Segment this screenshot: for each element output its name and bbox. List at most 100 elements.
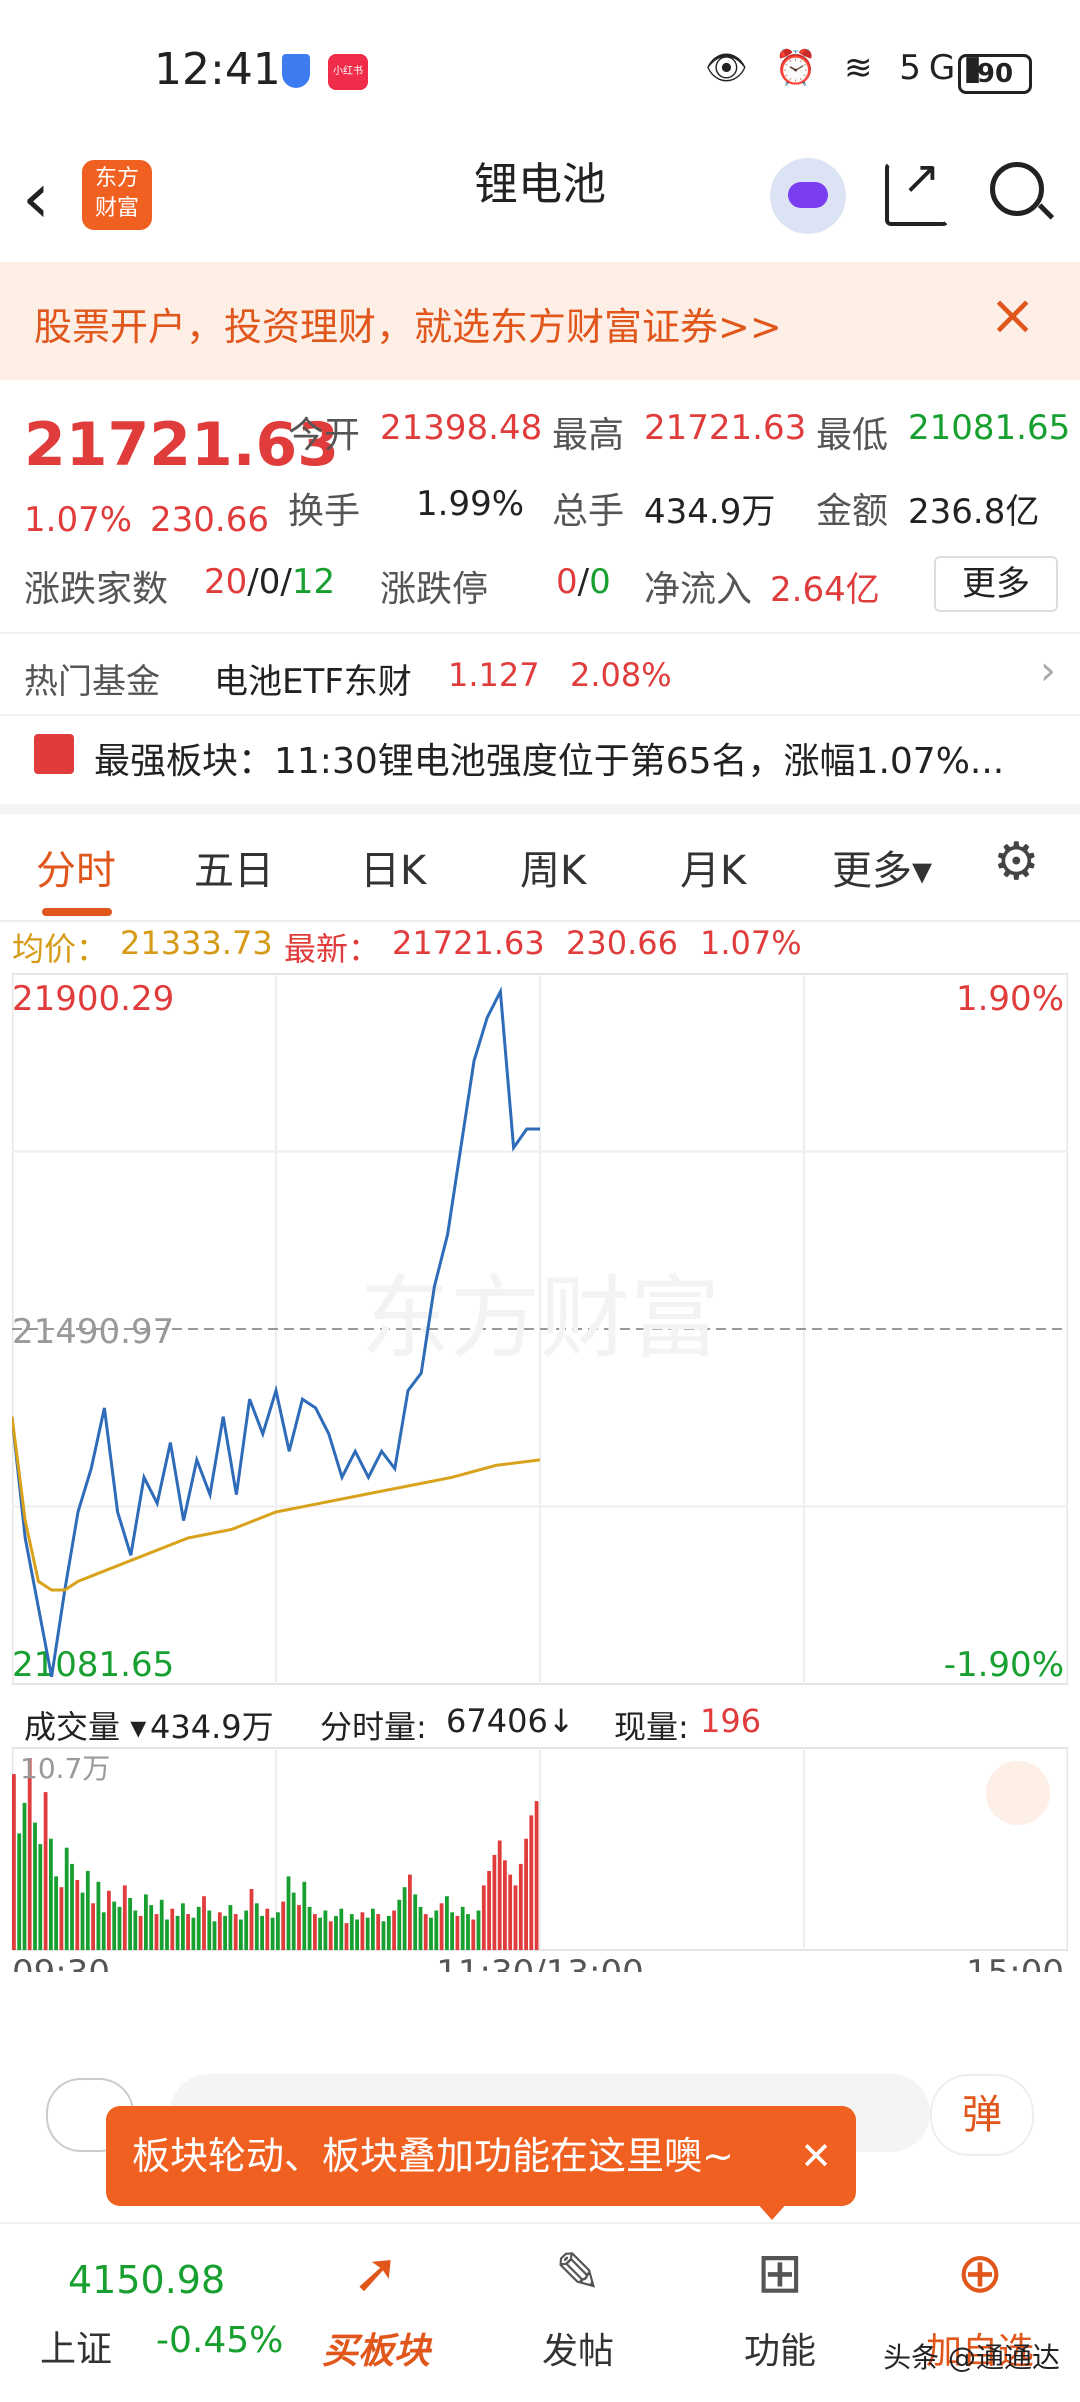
network-label: 5G xyxy=(899,48,964,88)
back-arrow-icon[interactable]: ‹ xyxy=(22,158,82,238)
volume-bar-83 xyxy=(450,1912,454,1950)
volume-bar-8 xyxy=(54,1876,58,1950)
advdec-values: 20/0/12 xyxy=(204,562,335,602)
plus-circle-icon: ⊕ xyxy=(956,2241,1004,2306)
strongest-text[interactable]: 最强板块：11:30锂电池强度位于第65名，涨幅1.07%... xyxy=(94,732,1004,784)
low-label: 最低 xyxy=(816,415,889,456)
banner-text[interactable]: 股票开户，投资理财，就选东方财富证券>> xyxy=(34,296,782,351)
volume-bar-75 xyxy=(408,1874,412,1950)
volume-bar-95 xyxy=(513,1885,518,1950)
volume-info-row: 成交量 ▾ 434.9万 分时量: 67406↓ 现量: 196 xyxy=(0,1692,1080,1748)
volume-bar-10 xyxy=(64,1847,69,1950)
hot-fund-price: 1.127 xyxy=(448,656,540,694)
grid-icon: ⊞ xyxy=(756,2241,804,2306)
limit-sep: / xyxy=(577,562,590,602)
current-volume-label: 现量: xyxy=(614,1708,689,1746)
header: 锂电池 ‹ 东方 财富 ↗ xyxy=(0,140,1080,260)
logo-line2: 财富 xyxy=(94,196,139,221)
volume-bar-19 xyxy=(112,1901,117,1950)
tab-daily-k[interactable]: 日K xyxy=(360,838,426,896)
more-button[interactable]: 更多 xyxy=(934,556,1058,612)
feature-toast[interactable]: 板块轮动、板块叠加功能在这里噢~ ✕ xyxy=(106,2106,856,2220)
volume-bar-62 xyxy=(339,1908,344,1950)
volume-bar-60 xyxy=(328,1921,333,1950)
volume-bar-1 xyxy=(17,1833,22,1950)
volume-bar-80 xyxy=(434,1910,439,1950)
limit-label: 涨跌停 xyxy=(380,569,489,610)
open-value: 21398.48 xyxy=(380,408,543,448)
volume-bar-28 xyxy=(159,1899,164,1950)
chart-svg[interactable]: 东方财富 21900.29 21490.97 21081.65 1.90% -1.90% 1… xyxy=(10,972,1069,1993)
tab-more[interactable]: 更多▾ xyxy=(832,838,932,896)
tab-5day[interactable]: 五日 xyxy=(194,838,274,896)
edit-icon: ✎ xyxy=(554,2241,602,2306)
volume-bar-14 xyxy=(85,1871,90,1950)
chart-watermark: 东方财富 xyxy=(360,1266,720,1371)
hot-fund-row[interactable]: 热门基金 电池ETF东财 1.127 2.08% › xyxy=(0,632,1080,716)
logo-line1: 东方 xyxy=(94,166,139,191)
hot-fund-name[interactable]: 电池ETF东财 xyxy=(214,654,412,703)
eastmoney-logo: 东方 财富 xyxy=(82,160,152,230)
expand-icon xyxy=(986,1761,1050,1825)
tab-weekly-k[interactable]: 周K xyxy=(520,838,586,896)
volume-bar-26 xyxy=(149,1905,154,1950)
volume-bar-92 xyxy=(497,1840,502,1950)
volume-bar-73 xyxy=(397,1899,402,1950)
turnover-value: 1.99% xyxy=(416,484,525,524)
volume-bar-82 xyxy=(445,1896,449,1950)
volume-bar-81 xyxy=(439,1903,444,1950)
close-icon[interactable]: ✕ xyxy=(800,2106,832,2206)
limit-up: 0 xyxy=(556,562,578,602)
bottom-nav: 4150.98 上证 -0.45% ➚ 买板块 ✎ 发帖 ⊞ 功能 ⊕ 加自选 … xyxy=(0,2222,1080,2402)
volume-selector[interactable]: 成交量 ▾ xyxy=(24,1702,146,1748)
turnover-label: 换手 xyxy=(288,491,361,532)
tab-underline xyxy=(42,908,112,916)
danmu-toggle[interactable]: 弹 xyxy=(930,2074,1034,2156)
minute-volume-label: 分时量: xyxy=(320,1708,427,1746)
y-axis-top-label: 21900.29 xyxy=(12,979,174,1019)
volume-bar-45 xyxy=(249,1889,254,1950)
volume-bar-59 xyxy=(323,1910,328,1950)
volume-bar-70 xyxy=(381,1921,386,1950)
battery-icon: 90 xyxy=(958,54,1032,94)
avg-label: 均价： xyxy=(12,930,109,968)
volume-bar-37 xyxy=(207,1910,212,1950)
volume-bar-5 xyxy=(38,1844,43,1950)
volume-bar-52 xyxy=(286,1876,291,1950)
amount-label: 金额 xyxy=(816,491,889,532)
volume-bar-7 xyxy=(49,1838,53,1950)
volume-bar-99 xyxy=(534,1801,539,1950)
volume-bar-23 xyxy=(133,1910,138,1950)
limit-values: 0/0 xyxy=(556,562,611,602)
index-pct: -0.45% xyxy=(156,2320,284,2361)
strongest-sector-row[interactable]: 最强板块：11:30锂电池强度位于第65名，涨幅1.07%... xyxy=(0,714,1080,814)
volume-bar-54 xyxy=(297,1905,301,1950)
intraday-chart[interactable]: 东方财富 21900.29 21490.97 21081.65 1.90% -1.90% 1… xyxy=(10,972,1069,1993)
volume-bar-91 xyxy=(492,1854,497,1950)
tab-intraday[interactable]: 分时 xyxy=(36,838,116,896)
nav-label-functions: 功能 xyxy=(743,2331,816,2372)
search-icon[interactable] xyxy=(990,162,1044,216)
gear-icon[interactable]: ⚙ xyxy=(993,832,1040,892)
volume-bar-68 xyxy=(371,1908,375,1950)
shield-icon xyxy=(282,54,310,88)
volume-bar-2 xyxy=(22,1802,27,1950)
latest-label: 最新： xyxy=(284,930,381,968)
volume-label: 总手 xyxy=(552,491,625,532)
volume-bar-20 xyxy=(117,1906,122,1950)
volume-bar-90 xyxy=(487,1871,491,1950)
assistant-robot-icon[interactable] xyxy=(770,158,846,234)
volume-bar-94 xyxy=(508,1874,513,1950)
low-value: 21081.65 xyxy=(908,408,1071,448)
volume-bar-69 xyxy=(376,1914,381,1950)
volume-bar-76 xyxy=(413,1894,418,1950)
promo-banner[interactable]: 股票开户，投资理财，就选东方财富证券>> × xyxy=(0,262,1080,380)
volume-bar-93 xyxy=(503,1860,507,1950)
volume-bar-17 xyxy=(101,1912,106,1950)
change-percent: 1.07% xyxy=(24,500,133,540)
hot-fund-label: 热门基金 xyxy=(24,662,160,702)
x-axis-label-start: 09:30 xyxy=(12,1953,110,1972)
volume-bar-53 xyxy=(291,1892,296,1950)
close-icon[interactable]: × xyxy=(989,286,1036,346)
tab-monthly-k[interactable]: 月K xyxy=(680,838,746,896)
